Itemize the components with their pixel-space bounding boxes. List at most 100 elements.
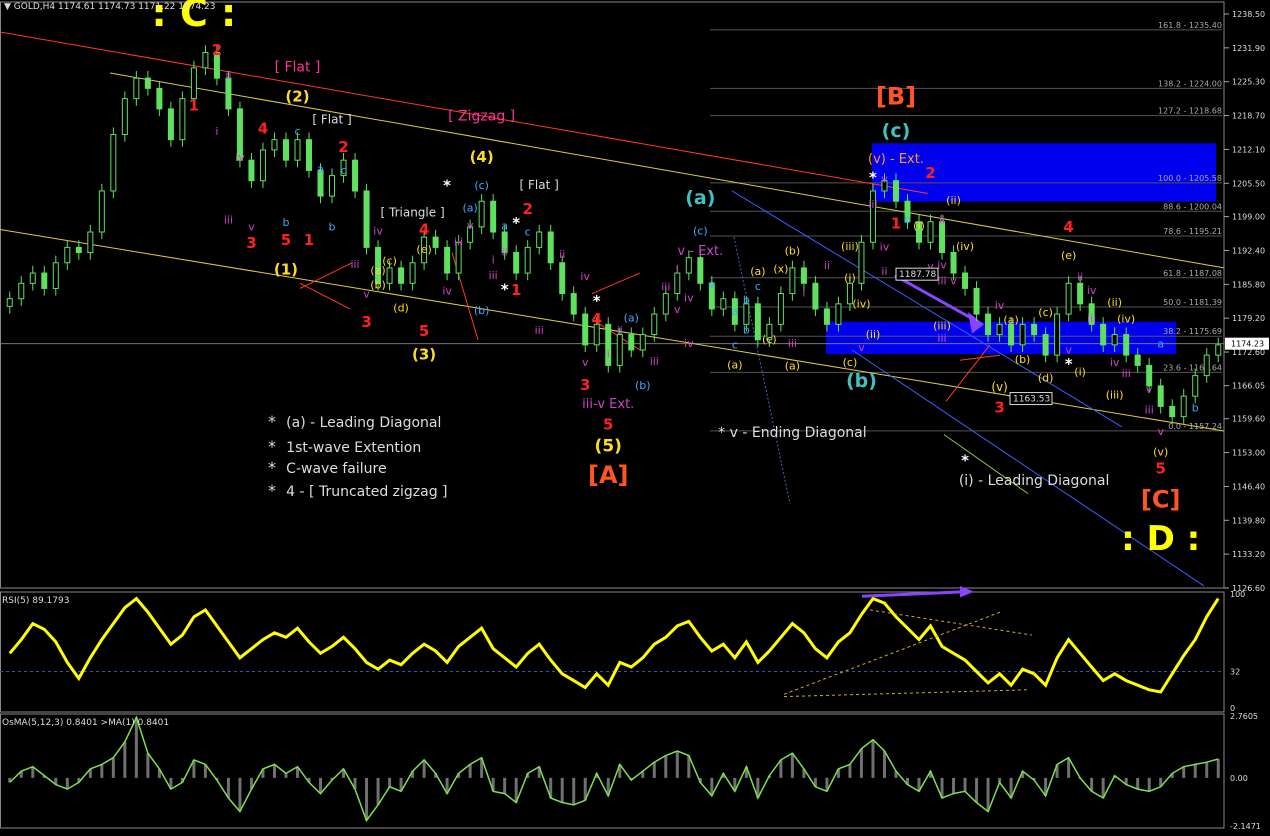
candle-body (559, 262, 566, 295)
wave-label: ii (939, 213, 945, 226)
candle-body (1111, 334, 1118, 346)
wave-label: [ Flat ] (275, 59, 321, 75)
price-tag-text: 1163.53 (1013, 395, 1050, 405)
wave-label: iii (489, 269, 498, 282)
wave-label: 3 (994, 399, 1004, 417)
candle-body (64, 246, 71, 264)
wave-label: iv (684, 337, 694, 350)
candle-body (1157, 385, 1164, 407)
ohlc-label: 1174.61 1174.73 1171.22 1174.23 (58, 2, 216, 12)
candle-body (1031, 323, 1038, 336)
wave-label: iii (454, 235, 463, 248)
candle-body (524, 246, 531, 274)
fib-level-label: 88.6 - 1200.04 (1163, 202, 1222, 211)
osma-label: OsMA(5,12,3) 0.8401 >MA(1) 0.8401 (2, 718, 170, 728)
wave-label: v (881, 172, 888, 185)
candle-body (248, 159, 255, 182)
wave-label: * v - Ending Diagonal (718, 425, 866, 441)
red-wedge-line (299, 262, 353, 289)
candle-body (29, 272, 36, 284)
fib-levels: 161.8 - 1235.40 138.2 - 1224.00 127.2 - 12… (0, 21, 1224, 432)
wave-label: 1 (304, 231, 314, 249)
wave-label: i (802, 287, 805, 300)
osma-bar (1136, 777, 1140, 790)
candle-body (282, 139, 289, 161)
wave-label: a (731, 305, 738, 318)
wave-label: iii (650, 355, 659, 368)
wave-label: * (443, 176, 451, 194)
candle-body (858, 241, 865, 284)
wave-label: [ Zigzag ] (448, 109, 515, 125)
wave-label: (x) (773, 263, 788, 276)
candle-body (927, 221, 934, 243)
candle-body (98, 190, 105, 233)
fib-level-label: 78.6 - 1195.21 (1163, 227, 1222, 236)
candle-body (616, 334, 623, 366)
dropdown-arrow-icon[interactable]: ▼ (4, 2, 11, 12)
wave-label: ii (225, 69, 231, 82)
candle-body (1180, 395, 1187, 418)
osma-panel: 2.7605 0.00 -2.1471 (8, 712, 1261, 831)
price-tick-label: 1185.80 (1232, 280, 1265, 289)
candle-body (1203, 354, 1210, 377)
osma-bar (388, 777, 392, 787)
osma-bar (572, 777, 576, 805)
wave-label: (c) (843, 356, 858, 369)
osma-bar (272, 764, 276, 778)
current-price-text: 1174.23 (1231, 340, 1264, 349)
candle-body (133, 77, 140, 100)
wave-label: ii (824, 259, 830, 272)
osma-bar (675, 750, 679, 778)
rsi-panel-frame (0, 591, 1225, 713)
candle-body (329, 175, 336, 197)
osma-bar (560, 777, 564, 803)
osma-bar (652, 762, 656, 778)
wave-label: (c) (1038, 306, 1053, 319)
candle-body (996, 323, 1003, 336)
wave-label: 2 (925, 164, 935, 182)
note-3: * C-wave failure (268, 458, 387, 477)
wave-label: [A] (588, 461, 629, 489)
wave-label: (c) (474, 179, 489, 192)
note-2: * 1st-wave Extention (268, 437, 422, 456)
wave-label: iii (788, 337, 797, 350)
osma-bar (790, 753, 794, 778)
candle-body (386, 267, 393, 284)
wave-label: (b) (474, 304, 490, 317)
osma-bar (1147, 777, 1151, 792)
candle-body (306, 139, 312, 171)
wave-label: 4 (1063, 218, 1073, 236)
wave-label: 4 (419, 221, 429, 239)
fib-level-label: 161.8 - 1235.40 (1158, 21, 1222, 30)
wave-label: iv (880, 240, 890, 253)
osma-bar (65, 777, 69, 790)
fib-level-label: 23.6 - 1168.64 (1163, 363, 1222, 372)
wave-label: (a) (727, 358, 742, 371)
wave-label: (a) (750, 265, 765, 278)
candle-body (432, 236, 439, 248)
candle-body (225, 77, 232, 110)
candle-body (939, 221, 946, 254)
wave-label: 5 (603, 415, 613, 433)
wave-label: [ Flat ] (312, 112, 351, 126)
wave-label: b (329, 220, 336, 233)
osma-bar (468, 764, 472, 778)
wave-label: : D : (1121, 519, 1200, 559)
wave-label: ii (502, 246, 508, 259)
rsi-dashed-rising (783, 611, 1001, 695)
wave-label: (iv) (852, 297, 870, 310)
candle-body (1215, 344, 1222, 356)
price-tick-label: 1166.05 (1232, 382, 1265, 391)
candle-body (892, 180, 899, 202)
osma-bar (123, 742, 127, 778)
fib-level-label: 50.0 - 1181.39 (1163, 298, 1222, 307)
osma-bar (376, 777, 380, 805)
osma-bar (1205, 762, 1209, 778)
wave-label: iv (442, 285, 452, 298)
osma-bar (111, 757, 115, 778)
wave-label: c (294, 125, 300, 138)
wave-label: (b) (370, 278, 386, 291)
fib-level-label: 138.2 - 1224.00 (1158, 79, 1222, 88)
candle-body (835, 303, 842, 325)
note-1: * (a) - Leading Diagonal (268, 412, 442, 431)
